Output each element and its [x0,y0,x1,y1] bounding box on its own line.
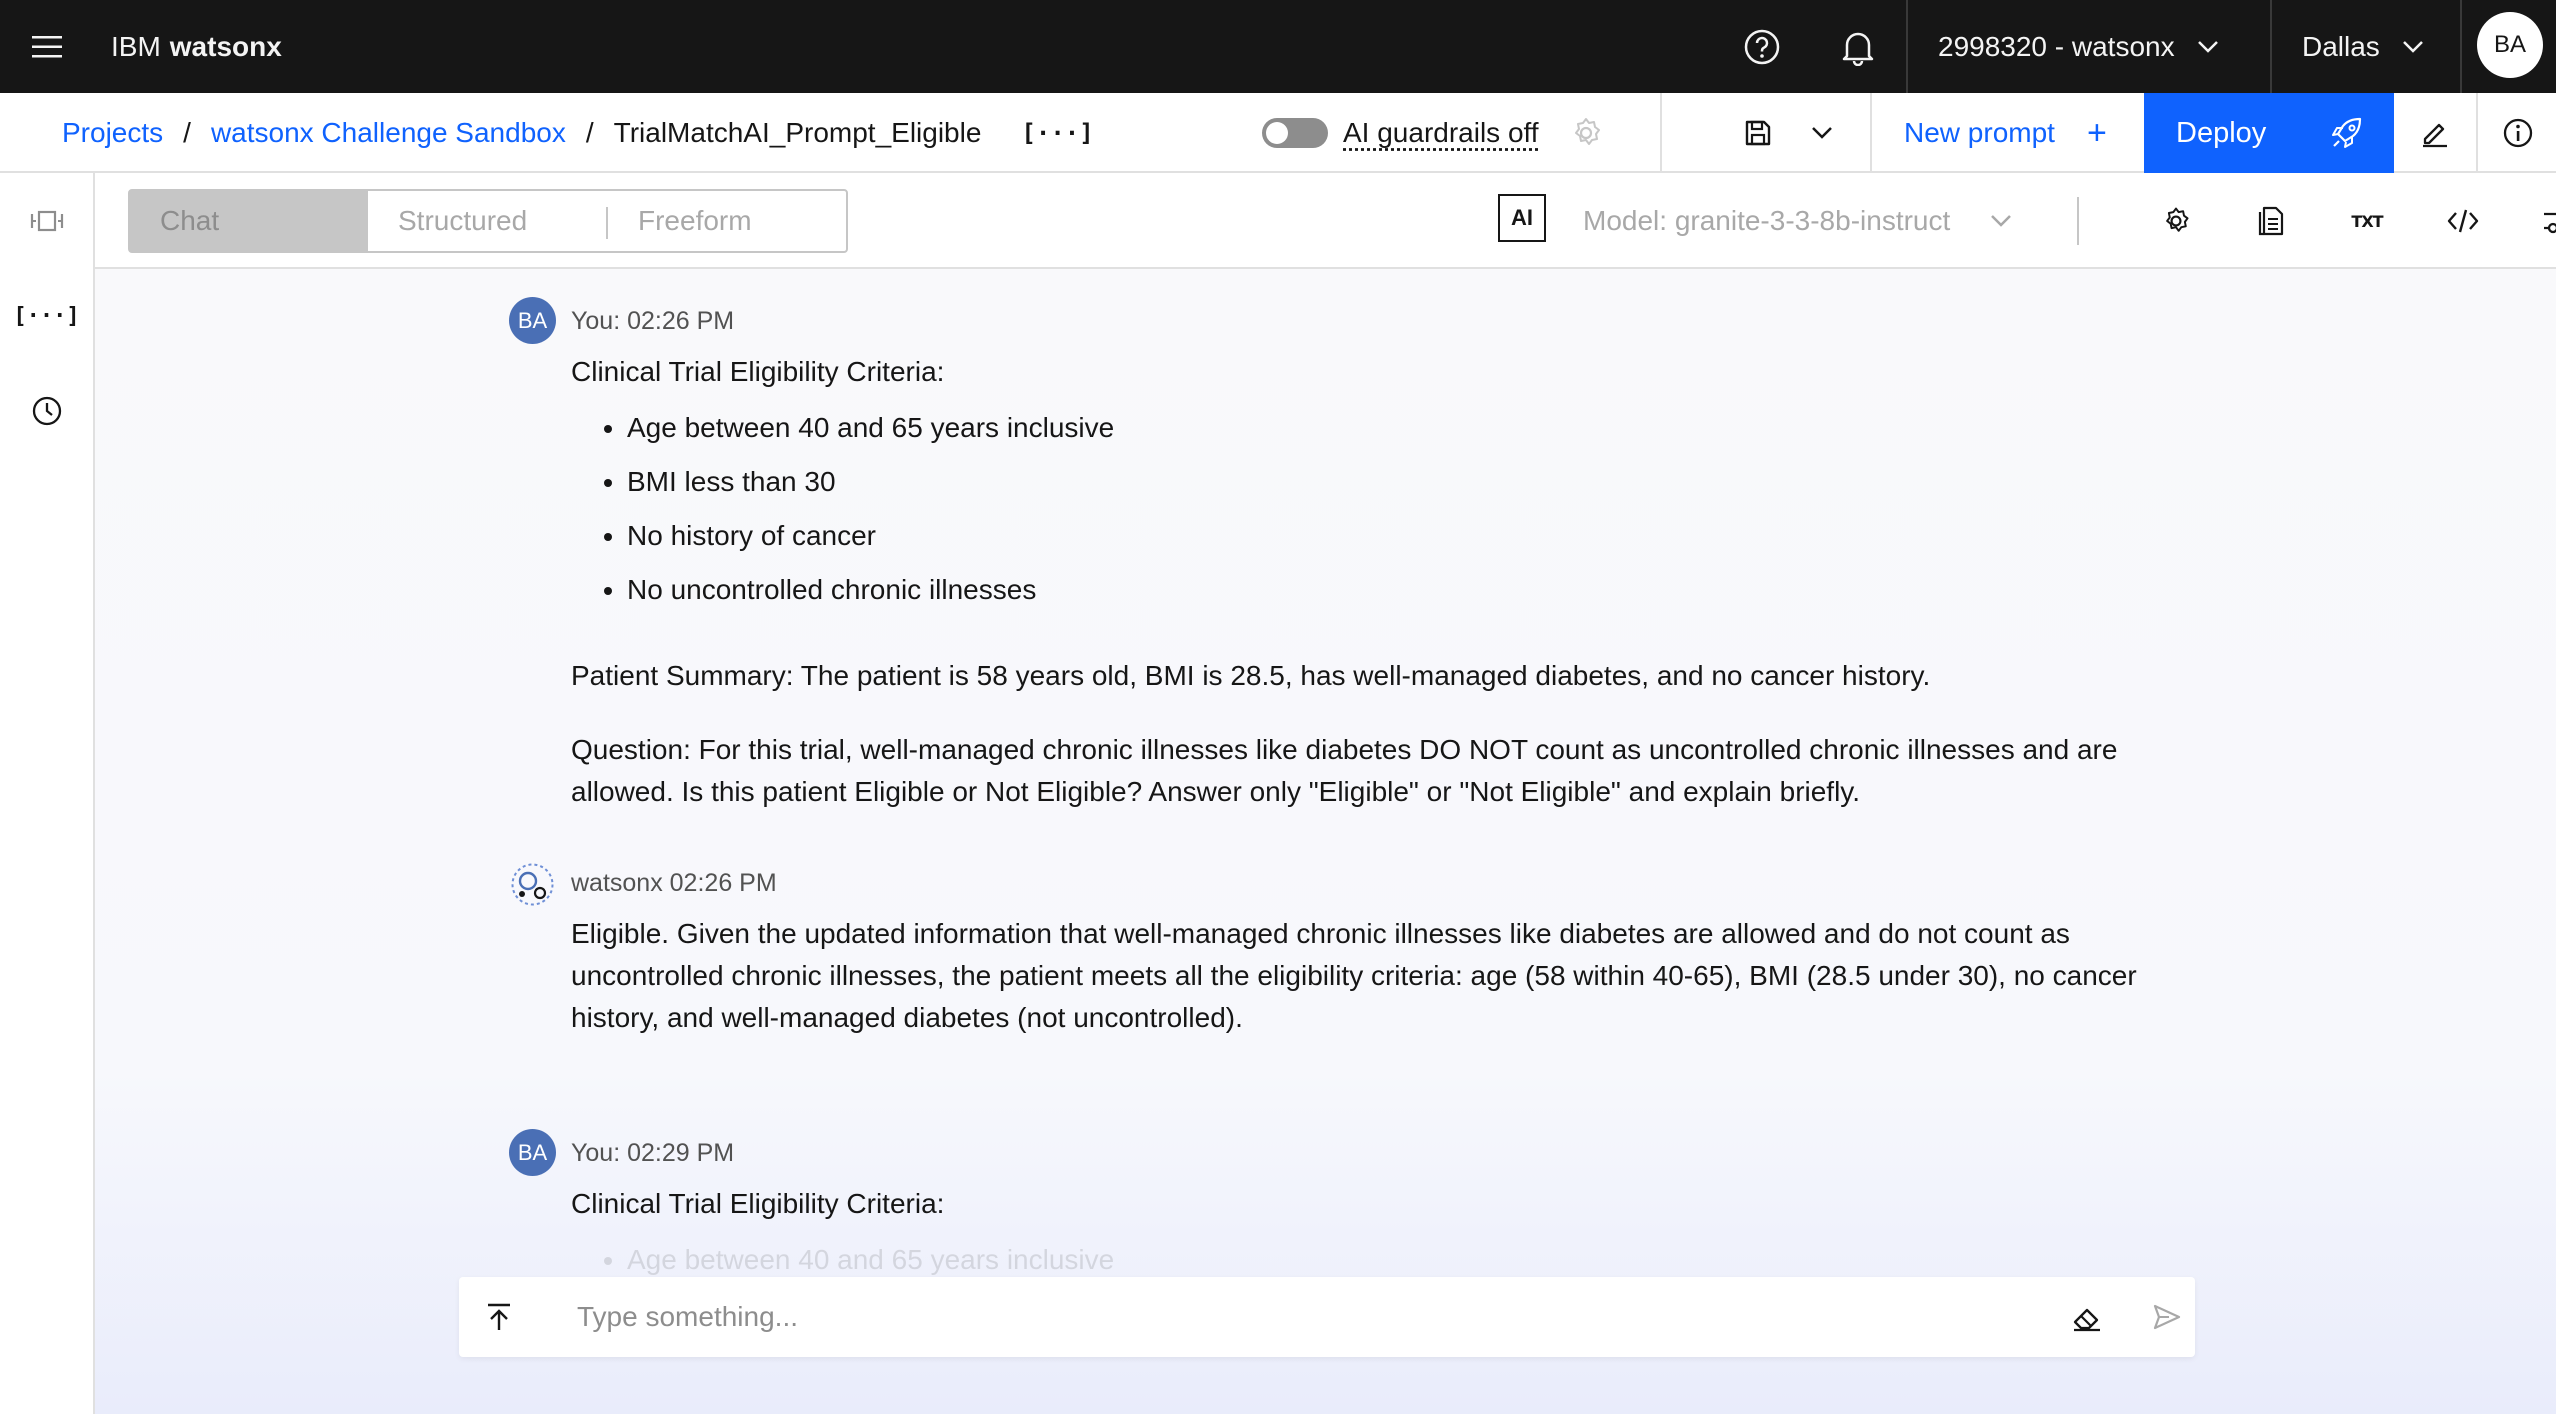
menu-icon[interactable] [0,0,93,93]
chat-input[interactable] [577,1291,2017,1343]
message-meta: watsonx 02:26 PM [571,869,777,897]
breadcrumb-current: TrialMatchAI_Prompt_Eligible [613,117,982,148]
history-icon[interactable] [0,371,93,451]
edit-icon[interactable] [2395,93,2475,173]
new-prompt-button[interactable]: New prompt + [1872,93,2144,173]
patient-summary: Patient Summary: The patient is 58 years… [571,660,1931,691]
mode-switcher: Chat Structured Freeform [128,189,848,253]
header-divider [2270,0,2272,93]
model-label: Model: granite-3-3-8b-instruct [1583,205,1951,236]
criteria-list: Age between 40 and 65 years inclusive BM… [627,407,2191,611]
plus-icon: + [2086,113,2107,152]
tab-freeform[interactable]: Freeform [608,191,846,251]
code-icon[interactable] [2415,173,2511,269]
breadcrumb-projects[interactable]: Projects [62,117,163,149]
avatar: BA [509,1129,556,1176]
tab-chat[interactable]: Chat [130,191,368,251]
breadcrumb-separator: / [585,117,594,148]
ai-label-badge[interactable]: AI [1498,194,1546,242]
variables-button[interactable]: [···] [1021,119,1093,147]
list-item: BMI less than 30 [627,461,2191,503]
eraser-icon[interactable] [2059,1289,2115,1345]
message-body: Eligible. Given the updated information … [571,918,2137,1033]
info-icon[interactable] [2478,93,2556,173]
notification-icon[interactable] [1810,0,1905,93]
avatar: BA [509,297,556,344]
breadcrumb: Projects / watsonx Challenge Sandbox / T… [62,93,1094,173]
account-switcher[interactable]: 2998320 - watsonx [1938,0,2219,93]
chevron-down-icon [1991,215,2012,227]
chevron-down-icon [2197,40,2218,53]
chevron-down-icon [2402,40,2423,53]
list-item: Age between 40 and 65 years inclusive [627,1239,2191,1281]
guardrails-toggle[interactable] [1262,118,1328,148]
message-meta: You: 02:29 PM [571,1139,735,1167]
rocket-icon [2332,117,2362,148]
chat-input-bar [459,1277,2195,1357]
header-divider [2460,0,2462,93]
txt-export-icon[interactable]: TXT [2319,173,2415,269]
guardrails-label[interactable]: AI guardrails off [1343,93,1539,173]
question-text: Question: For this trial, well-managed c… [571,734,2118,807]
prompt-header: Projects / watsonx Challenge Sandbox / T… [0,93,2556,173]
account-label: 2998320 - watsonx [1938,30,2175,62]
message-body: Clinical Trial Eligibility Criteria: Age… [571,351,2191,845]
deploy-button[interactable]: Deploy [2144,93,2394,173]
new-prompt-label: New prompt [1904,117,2055,148]
collapse-panel-icon[interactable] [0,181,93,261]
global-header: IBM watsonx 2998320 - watsonx Dallas BA [0,0,2556,93]
brand-name: watsonx [169,30,282,62]
tab-structured[interactable]: Structured [368,191,608,251]
breadcrumb-project[interactable]: watsonx Challenge Sandbox [211,117,566,149]
list-item: No history of cancer [627,515,2191,557]
brand-logo[interactable]: IBM watsonx [111,0,282,93]
breadcrumb-separator: / [183,117,191,148]
region-label: Dallas [2302,30,2380,62]
prompt-toolbar: Chat Structured Freeform AI Model: grani… [95,173,2556,269]
criteria-list: Age between 40 and 65 years inclusive [627,1239,2191,1281]
region-switcher[interactable]: Dallas [2302,0,2424,93]
list-item: No uncontrolled chronic illnesses [627,569,2191,611]
upload-icon[interactable] [471,1289,527,1345]
variables-icon[interactable]: [···] [0,276,93,356]
deploy-label: Deploy [2176,116,2267,149]
criteria-heading: Clinical Trial Eligibility Criteria: [571,356,945,387]
list-item: Age between 40 and 65 years inclusive [627,407,2191,449]
user-avatar[interactable]: BA [2477,12,2543,78]
help-icon[interactable] [1714,0,1809,93]
save-options-chevron-icon[interactable] [1782,93,1862,173]
send-icon[interactable] [2139,1289,2195,1345]
sliders-icon[interactable] [2510,173,2556,269]
header-divider [1906,0,1908,93]
model-settings-icon[interactable] [2128,173,2224,269]
toolbar-divider [2077,197,2079,245]
guardrails-settings-icon[interactable] [1568,115,1604,151]
chat-area: BA You: 02:26 PM Clinical Trial Eligibil… [95,269,2556,1414]
header-divider [1660,93,1662,173]
model-selector[interactable]: Model: granite-3-3-8b-instruct [1583,173,2012,269]
watsonx-avatar-icon [509,861,556,908]
message-meta: You: 02:26 PM [571,307,735,335]
criteria-heading: Clinical Trial Eligibility Criteria: [571,1188,945,1219]
document-icon[interactable] [2223,173,2319,269]
brand-prefix: IBM [111,30,161,62]
side-rail: [···] [0,173,95,1414]
